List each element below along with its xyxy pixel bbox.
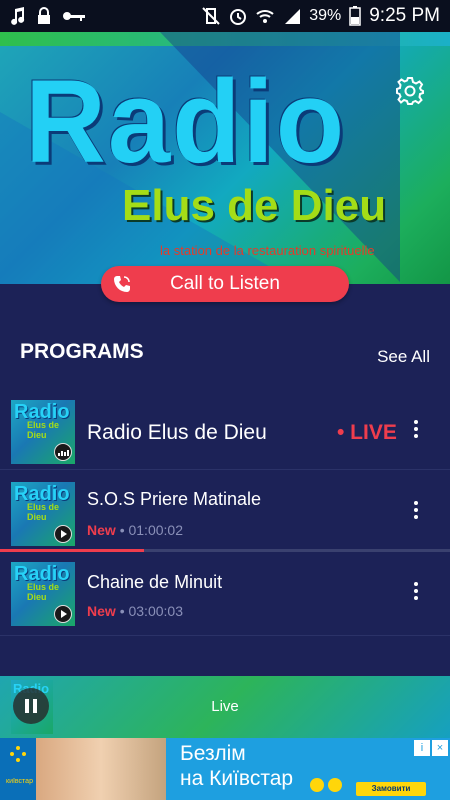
live-badge: • LIVE: [337, 421, 397, 444]
program-meta: New • 03:00:03: [87, 603, 183, 619]
key-icon: [63, 12, 85, 21]
programs-heading: PROGRAMS: [20, 340, 144, 363]
more-options-icon[interactable]: [406, 417, 426, 447]
vibrate-off-icon: [202, 7, 220, 25]
status-bar: 39% 9:25 PM: [0, 0, 450, 32]
hero-banner: Radio Elus de Dieu la station de la rest…: [0, 32, 450, 284]
signal-icon: [285, 9, 301, 24]
ad-close-icon[interactable]: ×: [432, 740, 448, 756]
new-badge: New: [87, 522, 116, 538]
see-all-link[interactable]: See All: [377, 347, 430, 367]
ad-headline-2: на Київстар: [180, 767, 294, 790]
program-duration: 03:00:03: [128, 603, 183, 619]
program-thumbnail: Radio Elus de Dieu: [11, 400, 75, 464]
play-icon[interactable]: [54, 525, 72, 543]
battery-icon: [349, 6, 361, 26]
program-title: S.O.S Priere Matinale: [87, 489, 262, 509]
program-duration: 01:00:02: [128, 522, 183, 538]
ad-info-icon[interactable]: i: [414, 740, 430, 756]
gear-icon[interactable]: [395, 76, 425, 106]
more-options-icon[interactable]: [406, 498, 426, 528]
new-badge: New: [87, 603, 116, 619]
equalizer-icon: [54, 443, 72, 461]
program-title: Radio Elus de Dieu: [87, 421, 267, 444]
ad-headline-1: Безлім: [180, 742, 246, 765]
program-meta: New • 01:00:02: [87, 522, 183, 538]
more-options-icon[interactable]: [406, 579, 426, 609]
battery-percent: 39%: [309, 7, 342, 24]
ad-decoration: [310, 778, 342, 792]
logo-title: Radio: [25, 55, 347, 188]
call-to-listen-button[interactable]: Call to Listen: [101, 266, 349, 302]
playback-progress[interactable]: [0, 549, 450, 552]
program-row[interactable]: Radio Elus de Dieu Radio Elus de Dieu • …: [0, 388, 450, 470]
program-thumbnail: Radio Elus de Dieu: [11, 562, 75, 626]
logo-tagline: la station de la restauration spirituell…: [160, 243, 375, 258]
logo-subtitle: Elus de Dieu: [122, 181, 387, 230]
call-button-label: Call to Listen: [170, 273, 280, 294]
program-thumbnail: Radio Elus de Dieu: [11, 482, 75, 546]
clock: 9:25 PM: [369, 5, 440, 26]
mini-player[interactable]: Radio Live: [0, 676, 450, 738]
play-icon[interactable]: [54, 605, 72, 623]
phone-icon: [114, 276, 130, 292]
program-row[interactable]: Radio Elus de Dieu Chaine de Minuit New …: [0, 554, 450, 636]
alarm-icon: [230, 9, 247, 25]
ad-banner[interactable]: київстар Безлім на Київстар Замовити i ×: [0, 738, 450, 800]
program-row[interactable]: Radio Elus de Dieu S.O.S Priere Matinale…: [0, 470, 450, 552]
ad-image: [36, 738, 166, 800]
programs-section: PROGRAMS See All Radio Elus de Dieu Radi…: [0, 284, 450, 676]
lock-icon: [38, 7, 50, 24]
advertiser-logo: київстар: [0, 738, 36, 800]
program-title: Chaine de Minuit: [87, 572, 223, 592]
music-icon: [11, 7, 25, 25]
player-status-label: Live: [211, 698, 239, 715]
playback-progress-fill: [0, 549, 144, 552]
wifi-icon: [256, 10, 274, 23]
ad-cta-button[interactable]: Замовити: [356, 782, 426, 796]
